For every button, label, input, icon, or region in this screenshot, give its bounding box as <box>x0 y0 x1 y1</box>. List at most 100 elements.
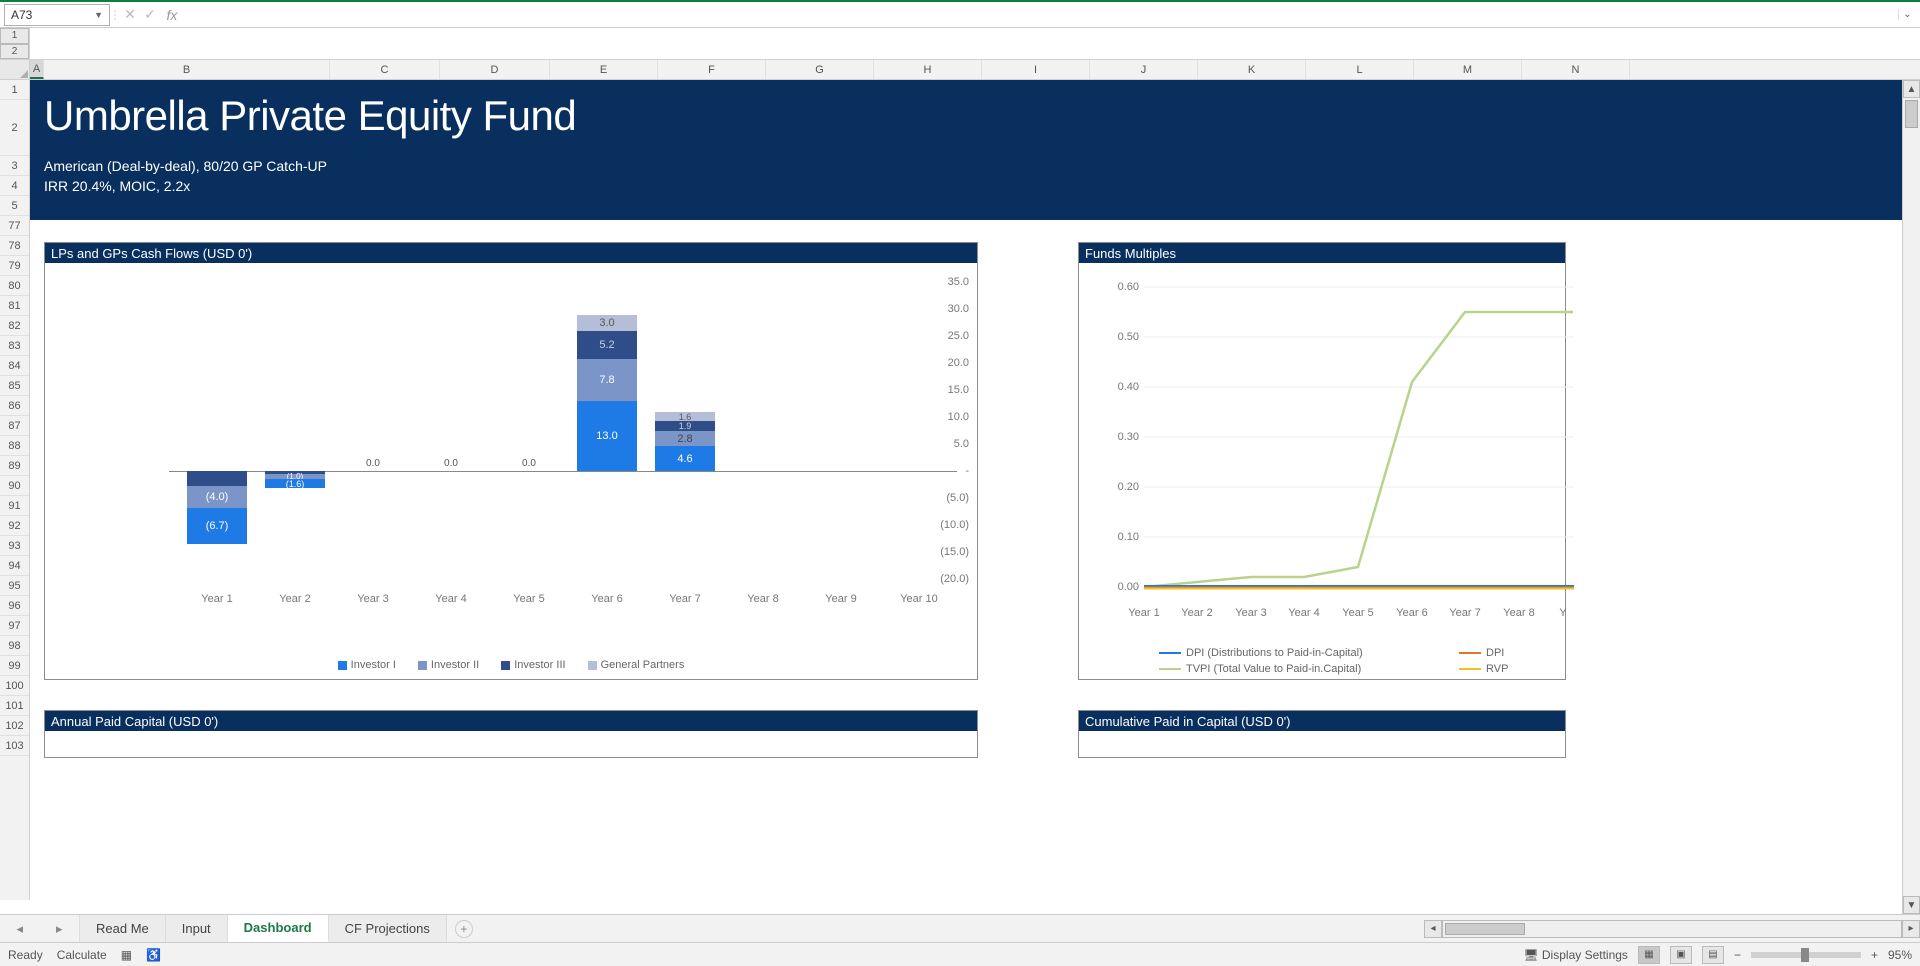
line-plot-svg <box>1144 273 1574 603</box>
row-93[interactable]: 93 <box>0 536 29 556</box>
tab-read-me[interactable]: Read Me <box>80 915 166 942</box>
row-98[interactable]: 98 <box>0 636 29 656</box>
row-3[interactable]: 3 <box>0 156 29 176</box>
col-E[interactable]: E <box>550 60 658 79</box>
tab-input[interactable]: Input <box>166 915 228 942</box>
row-81[interactable]: 81 <box>0 296 29 316</box>
card-cumulative[interactable]: Cumulative Paid in Capital (USD 0') <box>1078 710 1566 758</box>
card-multiples[interactable]: Funds Multiples 0.60 0.50 0.40 0.30 0.20… <box>1078 242 1566 680</box>
row-86[interactable]: 86 <box>0 396 29 416</box>
row-97[interactable]: 97 <box>0 616 29 636</box>
row-103[interactable]: 103 <box>0 736 29 756</box>
row-84[interactable]: 84 <box>0 356 29 376</box>
col-J[interactable]: J <box>1090 60 1198 79</box>
col-L[interactable]: L <box>1306 60 1414 79</box>
row-92[interactable]: 92 <box>0 516 29 536</box>
status-bar: Ready Calculate ▦ ♿ 🖥 Display Settings ▦… <box>0 942 1920 966</box>
bar-chart: 35.0 30.0 25.0 20.0 15.0 10.0 5.0 - (5.0… <box>45 263 977 681</box>
vscroll-thumb[interactable] <box>1905 100 1918 128</box>
zoom-in-button[interactable]: + <box>1871 948 1878 962</box>
scroll-up-icon[interactable]: ▲ <box>1903 80 1920 98</box>
formula-expand-icon[interactable]: ⌄ <box>1898 9 1916 20</box>
col-F[interactable]: F <box>658 60 766 79</box>
view-normal-icon[interactable]: ▦ <box>1638 946 1660 964</box>
bar-y2-i1: (1.6) <box>265 479 325 488</box>
row-90[interactable]: 90 <box>0 476 29 496</box>
card-annual[interactable]: Annual Paid Capital (USD 0') <box>44 710 978 758</box>
hscroll-left-icon[interactable]: ◂ <box>1424 920 1442 938</box>
hscroll-thumb[interactable] <box>1445 923 1525 935</box>
col-A[interactable]: A <box>30 60 44 79</box>
row-101[interactable]: 101 <box>0 696 29 716</box>
col-M[interactable]: M <box>1414 60 1522 79</box>
row-78[interactable]: 78 <box>0 236 29 256</box>
add-sheet-button[interactable]: + <box>455 920 473 938</box>
bar-legend: Investor I Investor II Investor III Gene… <box>45 659 977 671</box>
vertical-scrollbar[interactable]: ▲ ▼ <box>1902 80 1920 914</box>
zoom-slider[interactable] <box>1751 952 1861 958</box>
name-box-dropdown-icon[interactable]: ▼ <box>94 10 103 20</box>
row-95[interactable]: 95 <box>0 576 29 596</box>
view-page-layout-icon[interactable]: ▣ <box>1670 946 1692 964</box>
column-headers: A B C D E F G H I J K L M N <box>0 60 1920 80</box>
select-all-corner[interactable] <box>0 60 30 79</box>
row-4[interactable]: 4 <box>0 176 29 196</box>
row-102[interactable]: 102 <box>0 716 29 736</box>
fx-icon[interactable]: fx <box>160 4 180 26</box>
row-5[interactable]: 5 <box>0 196 29 216</box>
col-C[interactable]: C <box>330 60 440 79</box>
tab-cf-projections[interactable]: CF Projections <box>329 915 447 942</box>
view-page-break-icon[interactable]: ▤ <box>1702 946 1724 964</box>
banner-subtitle-2: IRR 20.4%, MOIC, 2.2x <box>44 178 1906 194</box>
bar-y7-i3: 1.9 <box>655 421 715 431</box>
page-title: Umbrella Private Equity Fund <box>44 92 1906 140</box>
tab-nav-first-icon[interactable]: ◂ <box>16 921 23 937</box>
col-B[interactable]: B <box>44 60 330 79</box>
row-87[interactable]: 87 <box>0 416 29 436</box>
accessibility-icon[interactable]: ♿ <box>146 948 161 962</box>
row-2[interactable]: 2 <box>0 100 29 156</box>
outline-strip: 1 2 <box>0 28 1920 60</box>
col-D[interactable]: D <box>440 60 550 79</box>
col-I[interactable]: I <box>982 60 1090 79</box>
row-82[interactable]: 82 <box>0 316 29 336</box>
card-cashflows[interactable]: LPs and GPs Cash Flows (USD 0') 35.0 30.… <box>44 242 978 680</box>
row-79[interactable]: 79 <box>0 256 29 276</box>
tab-nav-last-icon[interactable]: ▸ <box>56 921 63 937</box>
row-89[interactable]: 89 <box>0 456 29 476</box>
hscroll-right-icon[interactable]: ▸ <box>1902 920 1920 938</box>
sheet-area[interactable]: Umbrella Private Equity Fund American (D… <box>30 80 1920 900</box>
row-85[interactable]: 85 <box>0 376 29 396</box>
row-91[interactable]: 91 <box>0 496 29 516</box>
bar-y1-i2: (4.0) <box>187 486 247 508</box>
row-88[interactable]: 88 <box>0 436 29 456</box>
display-settings-button[interactable]: 🖥 Display Settings <box>1523 948 1628 962</box>
outline-level-1[interactable]: 1 <box>0 28 29 44</box>
name-box[interactable]: A73 ▼ <box>4 4 110 26</box>
row-100[interactable]: 100 <box>0 676 29 696</box>
bar-y6-i3: 5.2 <box>577 331 637 359</box>
zoom-out-button[interactable]: − <box>1734 948 1741 962</box>
row-80[interactable]: 80 <box>0 276 29 296</box>
outline-level-2[interactable]: 2 <box>0 44 29 60</box>
tab-dashboard[interactable]: Dashboard <box>228 915 329 943</box>
scroll-down-icon[interactable]: ▼ <box>1903 896 1920 914</box>
row-1[interactable]: 1 <box>0 80 29 100</box>
row-96[interactable]: 96 <box>0 596 29 616</box>
horizontal-scrollbar[interactable]: ◂ ▸ <box>1424 915 1920 942</box>
bar-y6-i2: 7.8 <box>577 359 637 401</box>
macro-record-icon[interactable]: ▦ <box>121 948 132 962</box>
col-H[interactable]: H <box>874 60 982 79</box>
bar-y1-i3 <box>187 471 247 486</box>
row-99[interactable]: 99 <box>0 656 29 676</box>
row-83[interactable]: 83 <box>0 336 29 356</box>
row-77[interactable]: 77 <box>0 216 29 236</box>
card-multiples-title: Funds Multiples <box>1079 243 1565 263</box>
col-G[interactable]: G <box>766 60 874 79</box>
row-94[interactable]: 94 <box>0 556 29 576</box>
line-legend: DPI (Distributions to Paid-in-Capital) D… <box>1159 647 1565 675</box>
col-K[interactable]: K <box>1198 60 1306 79</box>
col-N[interactable]: N <box>1522 60 1630 79</box>
zoom-level[interactable]: 95% <box>1888 948 1912 962</box>
formula-input[interactable] <box>180 4 1898 26</box>
